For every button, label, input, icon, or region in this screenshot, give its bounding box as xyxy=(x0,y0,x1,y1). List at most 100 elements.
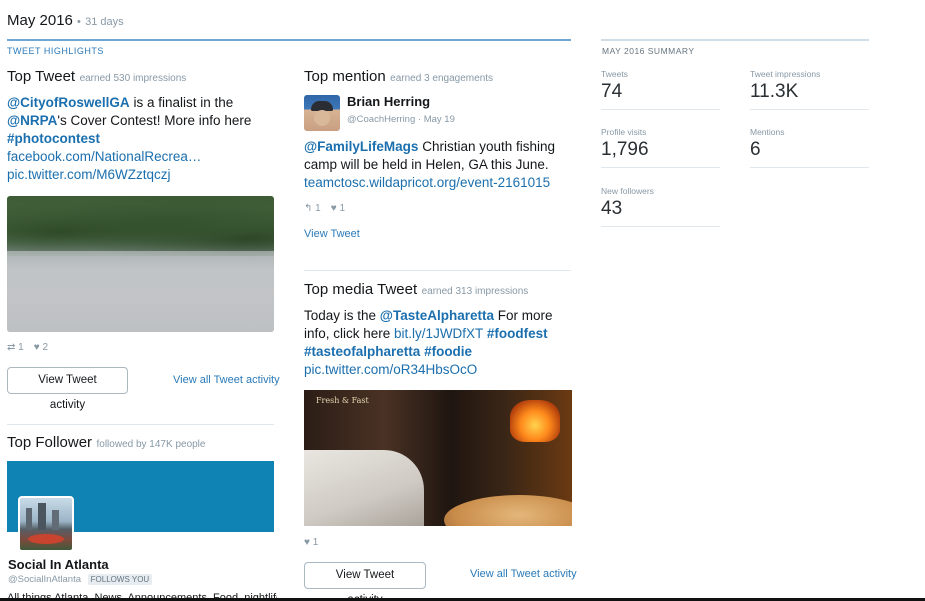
top-tweet-text: @CityofRoswellGA is a finalist in the @N… xyxy=(7,94,275,184)
mention-handle[interactable]: @CoachHerring xyxy=(347,114,415,125)
avatar-building xyxy=(38,503,46,530)
metric-label: Tweets xyxy=(601,69,628,79)
reply-stat: ↰ 1 xyxy=(304,203,321,214)
retweet-icon: ⇄ xyxy=(7,342,16,353)
top-media-subtitle: earned 313 impressions xyxy=(421,286,529,297)
follower-name[interactable]: Social In Atlanta xyxy=(8,557,109,572)
month-bullet: • xyxy=(77,16,81,28)
like-stat: ♥ 2 xyxy=(34,342,48,353)
metric-divider xyxy=(750,167,869,168)
metric-mentions: Mentions 6 xyxy=(750,127,869,168)
top-follower-title: Top Follower xyxy=(7,434,93,451)
retweet-stat: ⇄ 1 xyxy=(7,342,24,353)
image-trees xyxy=(7,196,274,256)
avatar-face xyxy=(314,110,330,126)
top-tweet-image[interactable] xyxy=(7,196,274,332)
metric-label: Profile visits xyxy=(601,127,647,137)
view-tweet-link[interactable]: View Tweet xyxy=(304,228,360,240)
mention-cityofroswell[interactable]: @CityofRoswellGA xyxy=(7,95,130,110)
avatar-building xyxy=(52,510,59,530)
metric-label: Mentions xyxy=(750,127,785,137)
top-media-stats: ♥ 1 xyxy=(304,537,318,548)
top-media-image[interactable]: Fresh & Fast xyxy=(304,390,572,526)
view-tweet-activity-button[interactable]: View Tweet activity xyxy=(7,367,128,411)
metric-profile-visits: Profile visits 1,796 xyxy=(601,127,720,168)
top-mention-header: Top mention earned 3 engagements xyxy=(304,68,493,86)
top-mention-subtitle: earned 3 engagements xyxy=(390,73,494,84)
like-count: 2 xyxy=(42,342,49,353)
metric-divider xyxy=(601,109,720,110)
top-tweet-subtitle: earned 530 impressions xyxy=(79,73,187,84)
highlights-divider xyxy=(7,39,571,41)
media-view-tweet-activity-button[interactable]: View Tweet activity xyxy=(304,562,426,601)
metric-divider xyxy=(601,167,720,168)
top-media-text: Today is the @TasteAlpharetta For more i… xyxy=(304,307,572,379)
top-follower-subtitle: followed by 147K people xyxy=(96,439,206,450)
reply-icon: ↰ xyxy=(304,203,313,214)
heart-icon: ♥ xyxy=(33,342,40,353)
top-tweet-stats: ⇄ 1 ♥ 2 xyxy=(7,342,48,353)
follower-handle[interactable]: @SocialInAtlanta xyxy=(8,574,81,585)
mention-stats: ↰ 1 ♥ 1 xyxy=(304,203,345,214)
metric-value: 74 xyxy=(601,81,623,102)
tweet-highlights-label: TWEET HIGHLIGHTS xyxy=(7,46,104,56)
metric-new-followers: New followers 43 xyxy=(601,186,720,227)
like-stat: ♥ 1 xyxy=(304,537,318,548)
top-follower-header: Top Follower followed by 147K people xyxy=(7,434,205,452)
top-tweet-header: Top Tweet earned 530 impressions xyxy=(7,68,186,86)
image-sign: Fresh & Fast xyxy=(316,396,369,405)
metric-value: 43 xyxy=(601,198,623,219)
heart-icon: ♥ xyxy=(304,537,310,548)
top-media-header: Top media Tweet earned 313 impressions xyxy=(304,281,528,299)
summary-divider xyxy=(601,39,869,41)
tweet-text-segment: is a finalist in the xyxy=(129,95,234,110)
hashtag-foodfest[interactable]: #foodfest xyxy=(487,326,548,341)
image-fog xyxy=(7,251,274,332)
month-days: 31 days xyxy=(85,16,124,28)
hashtag-foodie[interactable]: #foodie xyxy=(424,344,472,359)
mention-tastealpharetta[interactable]: @TasteAlpharetta xyxy=(380,308,494,323)
view-all-tweet-activity-link[interactable]: View all Tweet activity xyxy=(173,374,280,386)
hashtag-tasteofalpharetta[interactable]: #tasteofalpharetta xyxy=(304,344,420,359)
like-stat: ♥ 1 xyxy=(331,203,345,214)
mention-nrpa[interactable]: @NRPA xyxy=(7,113,57,128)
media-view-all-tweet-activity-link[interactable]: View all Tweet activity xyxy=(470,568,577,580)
avatar-building xyxy=(26,508,32,530)
metric-value: 1,796 xyxy=(601,139,649,160)
facebook-link[interactable]: facebook.com/NationalRecrea… xyxy=(7,149,201,164)
pic-link[interactable]: pic.twitter.com/M6WZztqczj xyxy=(7,167,171,182)
mention-avatar[interactable] xyxy=(304,95,340,131)
mention-meta: @CoachHerring · May 19 xyxy=(347,114,455,125)
retweet-count: 1 xyxy=(18,342,24,353)
top-mention-title: Top mention xyxy=(304,68,386,85)
metric-value: 6 xyxy=(750,139,761,160)
mention-author-name[interactable]: Brian Herring xyxy=(347,94,430,109)
month-title: May 2016 xyxy=(7,12,73,29)
summary-label: MAY 2016 SUMMARY xyxy=(602,46,695,56)
metric-value: 11.3K xyxy=(750,81,799,102)
follower-avatar[interactable] xyxy=(18,496,74,552)
like-count: 1 xyxy=(312,537,319,548)
metric-divider xyxy=(601,226,720,227)
mention-text: @FamilyLifeMags Christian youth fishing … xyxy=(304,138,572,192)
metric-label: Tweet impressions xyxy=(750,69,821,79)
media-pic-link[interactable]: pic.twitter.com/oR34HbsOcO xyxy=(304,362,477,377)
mention-familylifemags[interactable]: @FamilyLifeMags xyxy=(304,139,418,154)
metric-tweet-impressions: Tweet impressions 11.3K xyxy=(750,69,869,110)
heart-icon: ♥ xyxy=(330,203,337,214)
metric-tweets: Tweets 74 xyxy=(601,69,720,110)
image-oven-fire xyxy=(510,400,560,442)
section-divider xyxy=(304,270,571,271)
tweet-text-segment: Today is the xyxy=(304,308,380,323)
bitly-link[interactable]: bit.ly/1JWDfXT xyxy=(394,326,483,341)
follower-handle-row: @SocialInAtlanta FOLLOWS YOU xyxy=(8,574,153,585)
hashtag-photocontest[interactable]: #photocontest xyxy=(7,131,100,146)
mention-date: May 19 xyxy=(423,114,455,125)
like-count: 1 xyxy=(339,203,346,214)
month-header: May 2016 • 31 days xyxy=(7,12,124,29)
event-link[interactable]: teamctosc.wildapricot.org/event-2161015 xyxy=(304,175,550,190)
image-pizza xyxy=(444,495,572,526)
image-person xyxy=(304,450,424,526)
section-divider xyxy=(7,424,274,425)
top-media-title: Top media Tweet xyxy=(304,281,418,298)
